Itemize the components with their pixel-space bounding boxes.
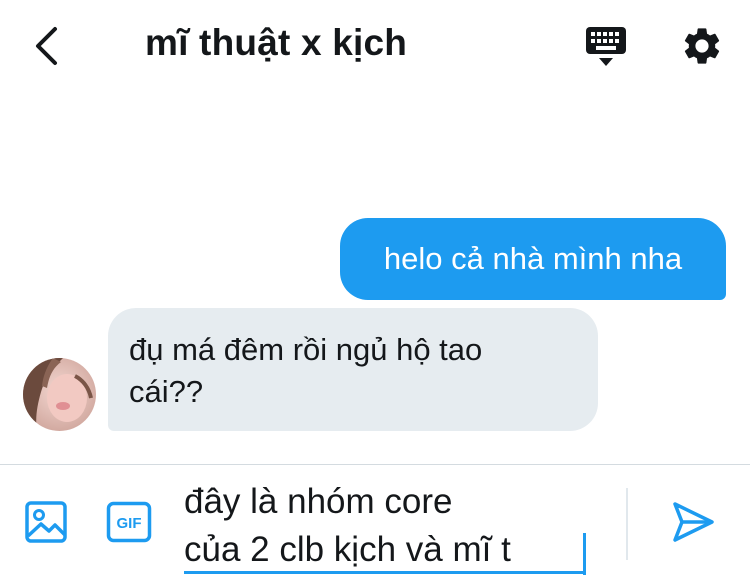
conversation-title[interactable]: mĩ thuật x kịch [145, 22, 407, 64]
message-input[interactable]: đây là nhóm core của 2 clb kịch và mĩ t [184, 478, 594, 576]
keyboard-toggle-button[interactable] [584, 24, 628, 70]
send-button[interactable] [670, 499, 716, 545]
conversation-header: mĩ thuật x kịch [0, 0, 750, 92]
gear-icon [684, 28, 720, 64]
settings-button[interactable] [680, 24, 724, 68]
composer-divider [0, 464, 750, 465]
chevron-left-icon [36, 27, 57, 65]
avatar[interactable] [23, 358, 96, 431]
add-photo-button[interactable] [24, 500, 70, 544]
message-input-line: đây là nhóm core [184, 482, 453, 521]
back-button[interactable] [26, 22, 66, 70]
message-text-line: đụ má đêm rồi ngủ hộ tao [129, 332, 483, 367]
add-gif-button[interactable]: GIF [106, 501, 152, 543]
outgoing-message-bubble[interactable]: helo cả nhà mình nha [340, 218, 726, 300]
avatar-photo [23, 358, 96, 431]
gif-label: GIF [117, 515, 142, 532]
send-icon [673, 502, 714, 542]
incoming-message-bubble[interactable]: đụ má đêm rồi ngủ hộ tao cái?? [108, 308, 598, 431]
text-cursor [583, 533, 586, 575]
message-text: helo cả nhà mình nha [383, 241, 683, 276]
keyboard-hide-icon [586, 27, 626, 66]
input-underline [184, 571, 584, 574]
message-input-line: của 2 clb kịch và mĩ t [184, 530, 511, 569]
composer-separator [626, 488, 628, 560]
message-text-line: cái?? [129, 374, 204, 409]
image-icon [25, 501, 67, 543]
gif-icon: GIF [106, 501, 152, 543]
